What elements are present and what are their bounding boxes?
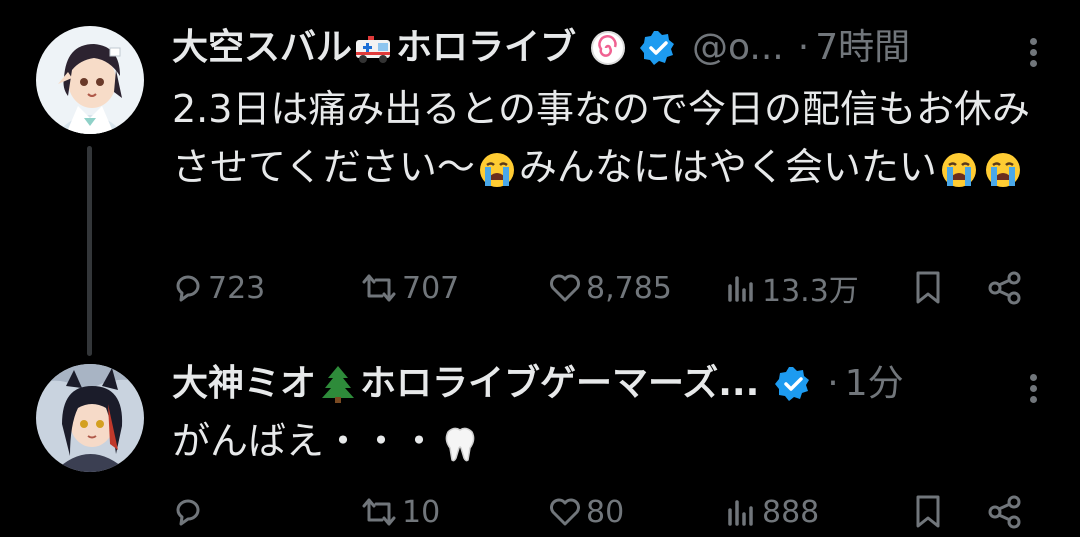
action-bar: 723 707 8,785 13.3万 [172,263,1032,313]
naruto-emoji-icon [591,31,626,65]
heart-icon [550,498,580,526]
tooth-emoji-icon [445,427,475,461]
author-handle[interactable]: @o... [692,26,784,70]
verified-badge-icon [775,367,810,401]
crying-face-emoji-icon [985,152,1020,187]
ambulance-emoji-icon [356,36,391,63]
share-button[interactable] [987,263,1023,313]
heart-icon [550,274,580,302]
bookmark-icon [916,495,940,528]
like-button[interactable]: 80 [548,487,624,537]
crying-face-emoji-icon [941,152,976,187]
action-bar: 10 80 888 [172,487,1032,537]
views-count: 13.3万 [762,274,859,309]
tweet-header: 大神ミオ ホロライブゲーマーズ... · 1分 [172,362,904,406]
verified-badge-icon [640,31,675,65]
reply-button[interactable]: 723 [172,263,265,313]
views-button[interactable]: 888 [724,487,819,537]
tweet-header: 大空スバル ホロライブ @o... · 7時間 [172,26,910,70]
separator-dot: · [797,27,810,68]
tweet-text-part: みんなにはやく会いたい [518,145,937,189]
avatar-subaru[interactable] [36,26,144,134]
bookmark-button[interactable] [912,487,944,537]
bookmark-button[interactable] [912,263,944,313]
reply-icon [176,275,200,302]
author-name[interactable]: 大神ミオ [172,362,316,406]
timestamp[interactable]: 7時間 [815,26,910,70]
views-chart-icon [728,500,753,526]
retweet-icon [362,498,396,526]
share-button[interactable] [987,487,1023,537]
like-button[interactable]: 8,785 [548,263,672,313]
thread-line [87,146,92,356]
retweet-count: 10 [402,494,441,530]
share-icon [988,271,1021,305]
reply-count: 723 [208,270,266,306]
views-chart-icon [728,276,753,302]
retweet-count: 707 [402,270,460,306]
like-count: 8,785 [586,270,672,306]
reply-icon [176,499,200,526]
like-count: 80 [586,494,625,530]
views-count: 888 [762,494,820,530]
separator-dot: · [827,363,839,404]
retweet-icon [362,274,396,302]
share-icon [988,495,1021,529]
reply-button[interactable] [172,487,208,537]
more-options-icon[interactable] [1028,370,1038,407]
tweet-text: 2.3日は痛み出るとの事なので今日の配信もお休みさせてください〜 みんなにはやく… [172,80,1032,196]
retweet-button[interactable]: 707 [360,263,459,313]
timestamp[interactable]: 1分 [845,362,904,406]
tweet-text-part: がんばえ・・・ [172,419,439,463]
author-suffix[interactable]: ホロライブ [396,26,576,70]
more-options-icon[interactable] [1028,34,1038,71]
avatar-mio[interactable] [36,364,144,472]
author-name[interactable]: 大空スバル [172,26,352,70]
crying-face-emoji-icon [479,152,514,187]
views-button[interactable]: 13.3万 [724,263,859,313]
evergreen-tree-emoji-icon [322,366,355,403]
retweet-button[interactable]: 10 [360,487,440,537]
tweet-text: がんばえ・・・ [172,412,1032,470]
author-suffix[interactable]: ホロライブゲーマーズ... [360,362,759,406]
bookmark-icon [916,271,940,304]
